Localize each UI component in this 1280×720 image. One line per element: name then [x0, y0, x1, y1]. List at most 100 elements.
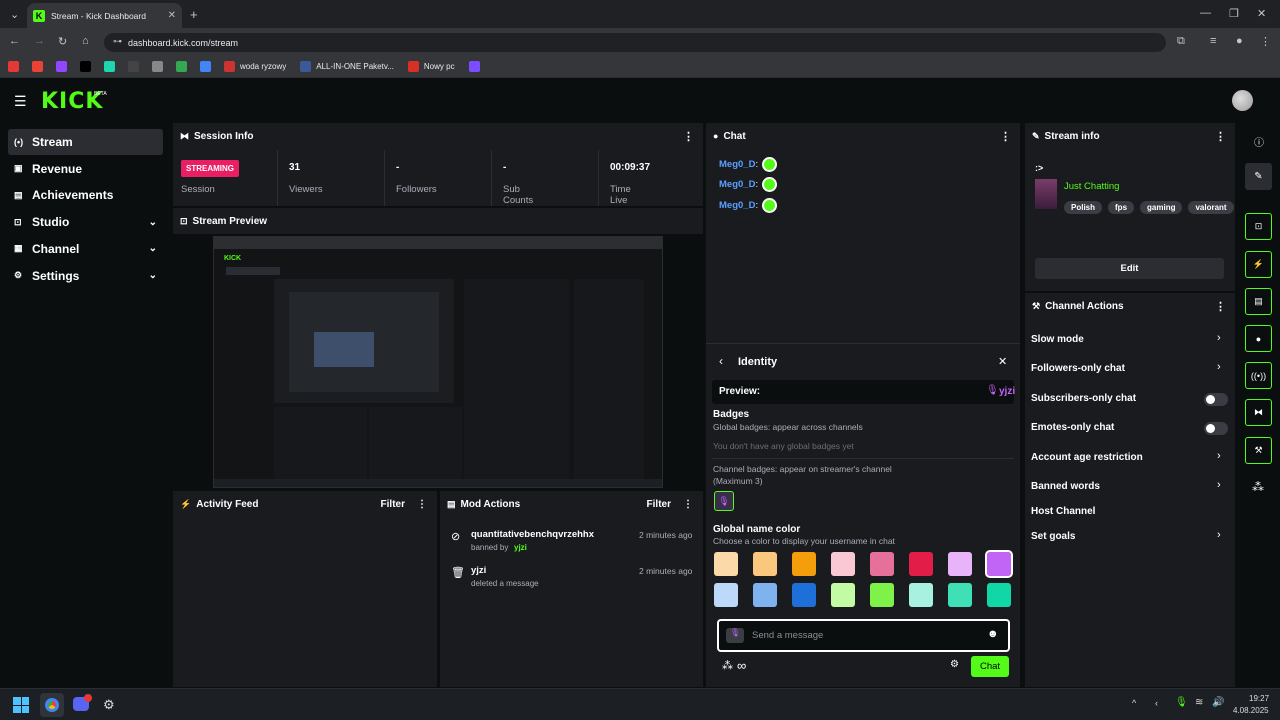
volume-icon[interactable]: 🔊 — [1212, 697, 1224, 708]
menu-icon[interactable]: ⋮ — [1260, 35, 1271, 48]
chevron-right-icon[interactable]: › — [1217, 332, 1221, 344]
chat-settings-icon[interactable]: ⚙ — [950, 659, 959, 670]
microphone-icon[interactable]: 🎙 — [1175, 697, 1188, 708]
channel-action-subscribers-only-chat[interactable]: Subscribers-only chat — [1031, 393, 1136, 404]
channel-badge-mic-icon[interactable]: 🎙 — [714, 491, 734, 511]
bookmark-item[interactable] — [56, 61, 72, 72]
hamburger-menu-icon[interactable]: ☰ — [14, 93, 27, 110]
channel-action-emotes-only-chat[interactable]: Emotes-only chat — [1031, 422, 1114, 433]
channel-action-slow-mode[interactable]: Slow mode — [1031, 334, 1084, 345]
sidebar-item-settings[interactable]: ⚙ Settings ⌄ — [8, 263, 163, 289]
sidebar-item-revenue[interactable]: ▣ Revenue — [8, 156, 163, 182]
reload-icon[interactable]: ↻ — [58, 35, 67, 48]
app-icon[interactable]: ⚙ — [103, 697, 115, 713]
stream-video[interactable]: KICK — [213, 236, 663, 488]
sidebar-item-studio[interactable]: ⊡ Studio ⌄ — [8, 209, 163, 235]
color-swatch[interactable] — [714, 552, 738, 576]
stream-info-menu-icon[interactable]: ⋮ — [1215, 130, 1226, 143]
chat-username[interactable]: Meg0_D — [719, 200, 755, 211]
rail-wrench-icon[interactable]: ⚒ — [1245, 437, 1272, 464]
tab-close-icon[interactable]: ✕ — [168, 10, 176, 21]
forward-icon[interactable]: → — [34, 35, 45, 47]
rail-session-icon[interactable]: ⧓ — [1245, 399, 1272, 426]
chat-username[interactable]: Meg0_D — [719, 179, 755, 190]
new-tab-icon[interactable]: + — [190, 7, 198, 22]
color-swatch[interactable] — [948, 582, 972, 607]
channel-action-host-channel[interactable]: Host Channel — [1031, 506, 1095, 517]
bookmark-item[interactable]: ALL-IN-ONE Paketv... — [300, 61, 400, 72]
stream-tag[interactable]: Polish — [1064, 201, 1103, 214]
sidebar-item-stream[interactable]: (•) Stream — [8, 129, 163, 155]
color-swatch[interactable] — [831, 552, 855, 576]
edit-stream-info-button[interactable]: Edit — [1035, 258, 1224, 279]
rail-broadcast-icon[interactable]: ((•)) — [1245, 362, 1272, 389]
close-window-icon[interactable]: ✕ — [1257, 7, 1266, 20]
channel-action-account-age-restriction[interactable]: Account age restriction — [1031, 452, 1143, 463]
color-swatch[interactable] — [987, 582, 1011, 607]
rail-chat-icon[interactable]: ● — [1245, 325, 1272, 352]
chevron-right-icon[interactable]: › — [1217, 361, 1221, 373]
back-icon[interactable]: ← — [9, 35, 20, 47]
stream-tag[interactable]: valorant — [1188, 201, 1234, 214]
color-swatch[interactable] — [985, 550, 1013, 578]
color-swatch[interactable] — [909, 552, 933, 576]
bookmark-item[interactable] — [8, 61, 24, 72]
browser-tab[interactable]: K Stream - Kick Dashboard ✕ — [27, 3, 182, 28]
chevron-down-icon[interactable]: ⌄ — [149, 217, 157, 228]
channel-actions-menu-icon[interactable]: ⋮ — [1215, 300, 1226, 313]
rail-points-icon[interactable]: ⁂ — [1252, 480, 1264, 494]
bookmark-item[interactable]: Nowy pc — [407, 61, 461, 72]
clock-time[interactable]: 19:27 — [1249, 694, 1269, 703]
chat-menu-icon[interactable]: ⋮ — [1000, 130, 1011, 143]
channel-action-set-goals[interactable]: Set goals — [1031, 531, 1075, 542]
color-swatch[interactable] — [792, 582, 816, 607]
infinity-icon[interactable]: ∞ — [737, 658, 746, 673]
bookmark-item[interactable] — [104, 61, 120, 72]
tray-app-icon[interactable]: ‹ — [1155, 698, 1158, 708]
channel-action-followers-only-chat[interactable]: Followers-only chat — [1031, 363, 1125, 374]
bookmark-item[interactable] — [152, 61, 168, 72]
identity-badge-button-icon[interactable]: 🎙 — [726, 628, 744, 643]
media-icon[interactable]: ≡ — [1210, 35, 1216, 47]
color-swatch[interactable] — [909, 582, 933, 607]
address-bar[interactable]: ⊶ dashboard.kick.com/stream — [104, 33, 1166, 52]
stream-tag[interactable]: fps — [1108, 201, 1135, 214]
chevron-right-icon[interactable]: › — [1217, 479, 1221, 491]
wifi-icon[interactable]: ≋ — [1195, 697, 1203, 708]
color-swatch[interactable] — [870, 582, 894, 607]
chevron-down-icon[interactable]: ⌄ — [149, 243, 157, 254]
mod-entry-user[interactable]: yjzi — [471, 565, 486, 576]
extensions-icon[interactable]: ⧉ — [1177, 35, 1185, 48]
color-swatch[interactable] — [792, 552, 816, 576]
rail-mod-actions-icon[interactable]: ▤ — [1245, 288, 1272, 315]
chevron-right-icon[interactable]: › — [1217, 450, 1221, 462]
bookmark-item[interactable] — [128, 61, 144, 72]
session-menu-icon[interactable]: ⋮ — [683, 130, 694, 143]
info-icon[interactable]: ⓘ — [1254, 134, 1264, 149]
color-swatch[interactable] — [948, 552, 972, 576]
activity-filter-button[interactable]: Filter — [381, 499, 405, 510]
bookmark-item[interactable] — [176, 61, 192, 72]
sidebar-item-achievements[interactable]: ▤ Achievements — [8, 182, 163, 208]
tab-search-icon[interactable]: ⌄ — [10, 8, 19, 21]
channel-action-banned-words[interactable]: Banned words — [1031, 481, 1100, 492]
bookmark-item[interactable] — [32, 61, 48, 72]
mod-entry-user[interactable]: quantitativebenchqvrzehhx — [471, 529, 594, 540]
clock-date[interactable]: 4.08.2025 — [1233, 706, 1269, 715]
category-thumbnail[interactable] — [1035, 179, 1057, 209]
color-swatch[interactable] — [831, 582, 855, 607]
bookmark-item[interactable] — [80, 61, 96, 72]
chevron-right-icon[interactable]: › — [1217, 529, 1221, 541]
rail-edit-icon[interactable]: ✎ — [1245, 163, 1272, 190]
bookmark-item[interactable]: woda ryzowy — [224, 61, 292, 72]
color-swatch[interactable] — [870, 552, 894, 576]
identity-back-icon[interactable]: ‹ — [719, 354, 723, 368]
kick-points-icon[interactable]: ⁂ — [722, 659, 733, 672]
home-icon[interactable]: ⌂ — [82, 35, 89, 47]
bookmark-item[interactable] — [468, 61, 485, 72]
toggle-switch[interactable] — [1204, 422, 1228, 435]
chat-input-box[interactable]: 🎙 Send a message ☻ — [717, 619, 1010, 652]
chevron-down-icon[interactable]: ⌄ — [149, 270, 157, 281]
site-info-icon[interactable]: ⊶ — [113, 36, 122, 47]
user-avatar[interactable] — [1232, 90, 1253, 111]
